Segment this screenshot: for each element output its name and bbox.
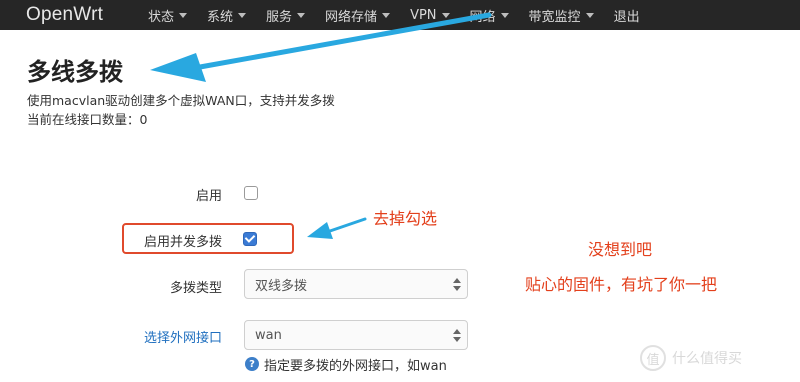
arrow-to-checkbox [328, 217, 367, 233]
arrow-to-checkbox-head [307, 222, 333, 239]
watermark: 值 什么值得买 [640, 344, 790, 372]
annotation-arrows [150, 12, 492, 239]
arrow-to-title-head [150, 53, 206, 82]
arrow-to-title [197, 12, 492, 70]
watermark-logo: 值 [640, 345, 666, 371]
watermark-text: 什么值得买 [672, 351, 742, 367]
